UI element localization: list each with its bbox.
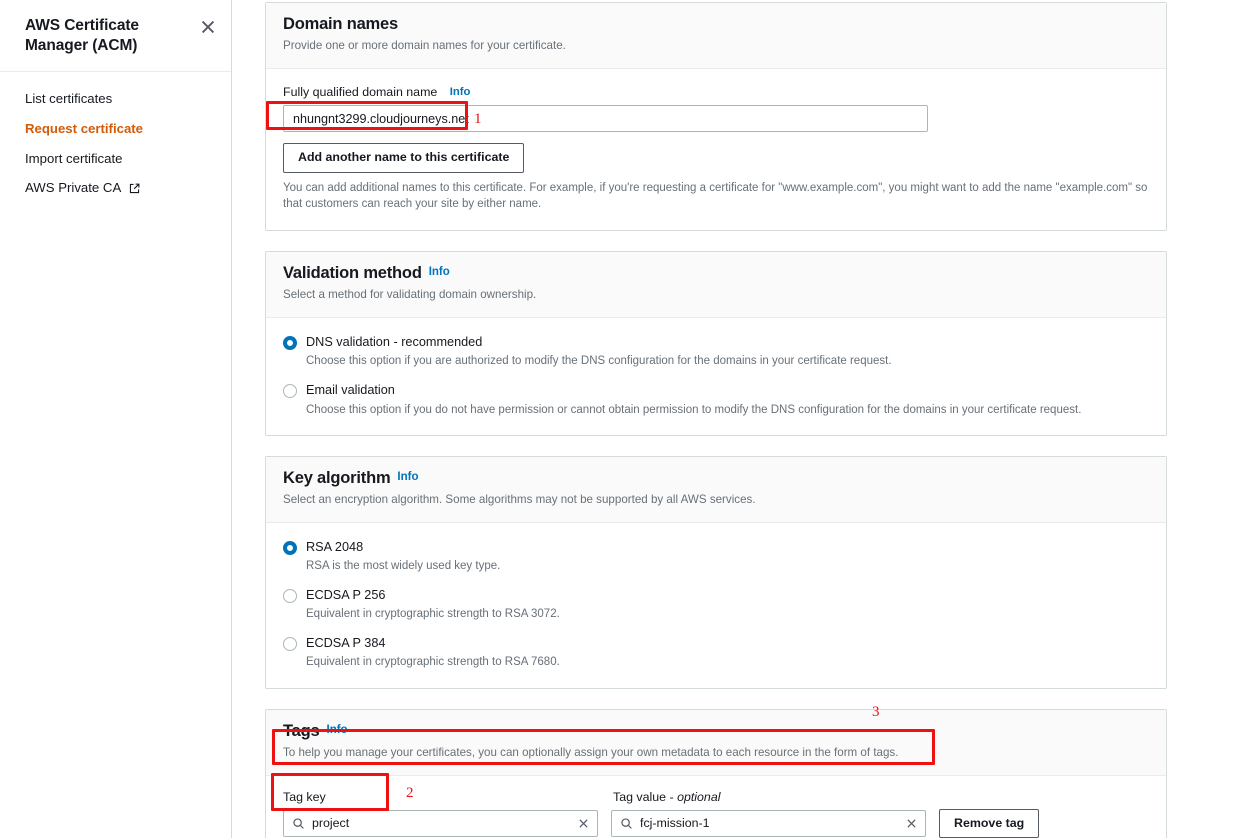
radio-option-dns-validation[interactable]: DNS validation - recommended Choose this… bbox=[283, 334, 1149, 369]
tag-key-input[interactable]: project bbox=[283, 809, 598, 837]
sidebar-item-label: List certificates bbox=[25, 90, 113, 106]
fqdn-label: Fully qualified domain name Info bbox=[283, 85, 1149, 99]
tag-value-input[interactable]: fcj-mission-1 bbox=[611, 809, 926, 837]
panel-subtitle: Provide one or more domain names for you… bbox=[283, 39, 566, 52]
fqdn-label-text: Fully qualified domain name bbox=[283, 85, 438, 100]
panel-title: Domain names bbox=[283, 15, 398, 33]
radio-button[interactable] bbox=[283, 589, 297, 604]
close-icon[interactable] bbox=[199, 18, 217, 36]
domain-names-body: Fully qualified domain name Info Add ano… bbox=[266, 69, 1166, 230]
clear-icon[interactable] bbox=[905, 817, 918, 830]
info-link[interactable]: Info bbox=[327, 724, 348, 736]
domain-helper-text: You can add additional names to this cer… bbox=[283, 181, 1148, 211]
panel-title: Tags bbox=[283, 721, 320, 740]
radio-option-email-validation[interactable]: Email validation Choose this option if y… bbox=[283, 382, 1149, 417]
sidebar-item-label: Import certificate bbox=[25, 150, 123, 166]
radio-option-ecdsa-p256[interactable]: ECDSA P 256 Equivalent in cryptographic … bbox=[283, 587, 1149, 622]
radio-label: ECDSA P 256 bbox=[306, 588, 386, 603]
radio-label: Email validation bbox=[306, 383, 395, 398]
tag-value-label-text: Tag value - bbox=[613, 789, 678, 804]
info-link[interactable]: Info bbox=[397, 471, 418, 483]
tag-value-value: fcj-mission-1 bbox=[640, 816, 710, 831]
sidebar-item-list-certificates[interactable]: List certificates bbox=[0, 84, 231, 114]
main-content: Domain names Provide one or more domain … bbox=[232, 0, 1238, 838]
radio-description: Equivalent in cryptographic strength to … bbox=[306, 608, 560, 621]
tag-column-labels: Tag key Tag value - optional bbox=[283, 790, 1149, 804]
panel-subtitle: To help you manage your certificates, yo… bbox=[283, 745, 899, 759]
radio-description: Choose this option if you do not have pe… bbox=[306, 403, 1082, 416]
external-link-icon bbox=[128, 182, 141, 195]
validation-method-body: DNS validation - recommended Choose this… bbox=[266, 318, 1166, 434]
tags-body: Tag key Tag value - optional project fcj… bbox=[266, 776, 1166, 838]
validation-method-header: Validation method Info Select a method fo… bbox=[266, 251, 1166, 319]
tag-value-label-optional: optional bbox=[677, 789, 721, 804]
radio-description: RSA is the most widely used key type. bbox=[306, 559, 501, 572]
radio-option-ecdsa-p384[interactable]: ECDSA P 384 Equivalent in cryptographic … bbox=[283, 635, 1149, 670]
tag-value-label: Tag value - optional bbox=[613, 790, 720, 804]
radio-description: Equivalent in cryptographic strength to … bbox=[306, 656, 560, 669]
panel-title: Key algorithm bbox=[283, 468, 391, 487]
domain-names-header: Domain names Provide one or more domain … bbox=[266, 3, 1166, 70]
sidebar-item-label: Request certificate bbox=[25, 120, 143, 136]
tag-row: project fcj-mission-1 Remove tag bbox=[283, 808, 1149, 838]
key-algorithm-header: Key algorithm Info Select an encryption a… bbox=[266, 456, 1166, 523]
info-link[interactable]: Info bbox=[450, 86, 471, 98]
info-link[interactable]: Info bbox=[429, 266, 450, 278]
key-algorithm-body: RSA 2048 RSA is the most widely used key… bbox=[266, 523, 1166, 688]
fqdn-input[interactable] bbox=[283, 105, 928, 133]
radio-button[interactable] bbox=[283, 540, 297, 555]
key-algorithm-panel: Key algorithm Info Select an encryption a… bbox=[265, 455, 1167, 689]
remove-tag-button[interactable]: Remove tag bbox=[939, 808, 1040, 838]
tag-key-label: Tag key bbox=[283, 789, 326, 804]
sidebar-item-aws-private-ca[interactable]: AWS Private CA bbox=[0, 173, 231, 203]
search-icon bbox=[620, 817, 633, 830]
validation-method-panel: Validation method Info Select a method fo… bbox=[265, 250, 1167, 436]
tag-key-value: project bbox=[312, 816, 350, 831]
panel-subtitle: Select a method for validating domain ow… bbox=[283, 287, 537, 301]
radio-button[interactable] bbox=[283, 336, 297, 351]
add-another-name-button[interactable]: Add another name to this certificate bbox=[283, 143, 525, 173]
sidebar-header: AWS Certificate Manager (ACM) bbox=[0, 0, 231, 72]
radio-label: DNS validation - recommended bbox=[306, 335, 483, 350]
search-icon bbox=[292, 817, 305, 830]
sidebar-service-title: AWS Certificate Manager (ACM) bbox=[25, 17, 139, 55]
panel-subtitle: Select an encryption algorithm. Some alg… bbox=[283, 492, 756, 506]
radio-button[interactable] bbox=[283, 637, 297, 652]
sidebar-item-label: AWS Private CA bbox=[25, 180, 122, 196]
panel-title: Validation method bbox=[283, 263, 422, 282]
clear-icon[interactable] bbox=[577, 817, 590, 830]
radio-label: RSA 2048 bbox=[306, 539, 364, 554]
tags-header: Tags Info To help you manage your certifi… bbox=[266, 709, 1166, 776]
tags-panel: Tags Info To help you manage your certifi… bbox=[265, 708, 1167, 838]
sidebar-item-request-certificate[interactable]: Request certificate bbox=[0, 114, 231, 144]
acm-request-certificate-page: AWS Certificate Manager (ACM) List certi… bbox=[0, 0, 1238, 838]
radio-button[interactable] bbox=[283, 384, 297, 399]
radio-description: Choose this option if you are authorized… bbox=[306, 355, 892, 368]
sidebar: AWS Certificate Manager (ACM) List certi… bbox=[0, 0, 232, 838]
radio-label: ECDSA P 384 bbox=[306, 636, 386, 651]
sidebar-nav: List certificates Request certificate Im… bbox=[0, 72, 231, 203]
sidebar-item-import-certificate[interactable]: Import certificate bbox=[0, 144, 231, 174]
radio-option-rsa-2048[interactable]: RSA 2048 RSA is the most widely used key… bbox=[283, 539, 1149, 574]
domain-names-panel: Domain names Provide one or more domain … bbox=[265, 2, 1167, 231]
